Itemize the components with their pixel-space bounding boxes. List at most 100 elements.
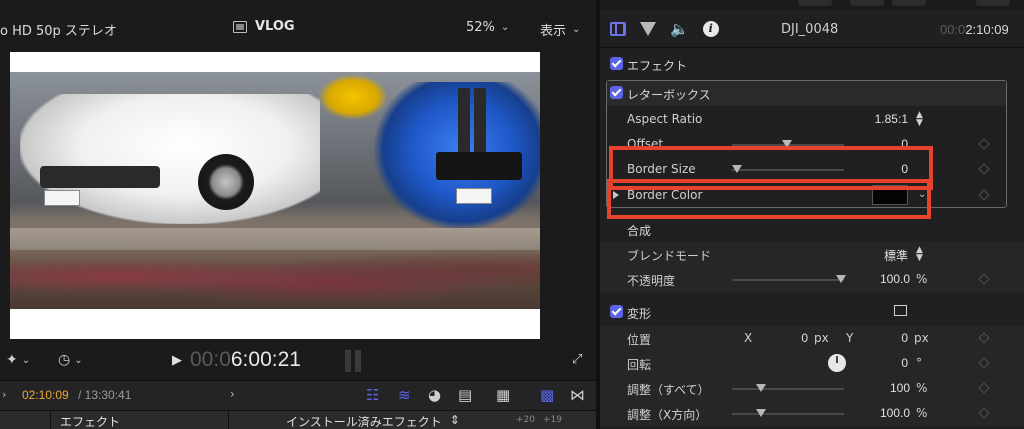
aspect-ratio-label: Aspect Ratio xyxy=(627,112,703,126)
film-icon[interactable]: ▦ xyxy=(496,386,510,404)
scale-all-value[interactable]: 100 xyxy=(850,381,910,395)
timecode-display[interactable]: ▶ 00:0 6:00:21 xyxy=(172,348,301,372)
zoom-menu[interactable]: 52% ⌄ xyxy=(466,20,509,35)
clip-appearance-icon[interactable]: ▩ xyxy=(540,386,554,404)
viewer-toolbar: o HD 50p ステレオ VLOG 52% ⌄ 表示 ⌄ xyxy=(0,0,596,46)
effects-selector[interactable]: インストール済みエフェクト ⇕ xyxy=(286,413,460,429)
updown-icon[interactable]: ▲ ▼ xyxy=(916,246,923,263)
current-time: 02:10:09 xyxy=(22,388,69,402)
clip-duration: 00:02:10:09 xyxy=(940,22,1009,37)
x-label: X xyxy=(744,331,753,345)
transform-header: 変形 xyxy=(600,300,1024,325)
effects-selector-label: インストール済みエフェクト xyxy=(286,415,442,429)
aspect-ratio-row: Aspect Ratio 1.85:1 ▲ ▼ xyxy=(600,107,1024,132)
y-label: Y xyxy=(846,331,854,345)
timecode-dim: 00:0 xyxy=(190,348,231,371)
rotation-label: 回転 xyxy=(627,358,652,372)
keyframe-icon[interactable] xyxy=(978,332,990,344)
rotation-value[interactable]: 0 xyxy=(876,356,908,370)
percent-unit: % xyxy=(916,381,928,395)
audio-skimming-icon[interactable]: ☷ xyxy=(366,386,379,404)
clip-name: DJI_0048 xyxy=(781,22,839,37)
highlight-annotation xyxy=(607,179,931,219)
keyframe-icon[interactable] xyxy=(978,382,990,394)
magic-wand-icon[interactable]: ✦ ⌄ xyxy=(6,352,30,368)
px-unit: px xyxy=(814,331,829,345)
scale-x-row: 調整（X方向） 100.0 % xyxy=(600,401,1024,426)
letterbox-header: レターボックス xyxy=(607,81,1006,106)
library-title: VLOG xyxy=(233,19,295,34)
effects-title: エフェクト xyxy=(627,59,688,73)
keyframe-icon[interactable] xyxy=(978,189,990,201)
headphones-icon[interactable]: ◕ xyxy=(428,386,441,404)
keyframe-icon[interactable] xyxy=(978,273,990,285)
opacity-label: 不透明度 xyxy=(627,274,676,288)
top-toolbar-strip xyxy=(600,0,1024,10)
scale-all-slider[interactable] xyxy=(732,384,844,392)
effects-browser-bar: エフェクト インストール済みエフェクト ⇕ +20 +19 xyxy=(0,410,596,429)
plants xyxy=(10,244,540,309)
waveform-icon[interactable]: ≋ xyxy=(398,386,411,404)
position-x-value[interactable]: 0 xyxy=(776,331,808,345)
transform-title: 変形 xyxy=(627,307,652,321)
chevron-down-icon: ⌄ xyxy=(500,22,510,33)
play-icon[interactable]: ▶ xyxy=(172,353,182,368)
blend-mode-label: ブレンドモード xyxy=(627,249,712,263)
blend-mode-value[interactable]: 標準 xyxy=(862,247,908,264)
effects-section-header: エフェクト xyxy=(600,52,1024,77)
keyframe-icon[interactable] xyxy=(978,163,990,175)
chevron-right-icon[interactable]: › xyxy=(230,387,235,401)
format-label: o HD 50p ステレオ xyxy=(0,24,117,39)
scale-all-label: 調整（すべて） xyxy=(627,383,710,397)
effects-checkbox[interactable] xyxy=(610,57,623,70)
px-unit: px xyxy=(914,331,929,345)
video-inspector-icon[interactable] xyxy=(610,22,626,36)
transitions-icon[interactable]: ⋈ xyxy=(570,386,585,404)
transform-checkbox[interactable] xyxy=(610,305,623,318)
opacity-value[interactable]: 100.0 xyxy=(850,272,910,286)
viewer-panel: o HD 50p ステレオ VLOG 52% ⌄ 表示 ⌄ ✦ ⌄ ◷ ⌄ ▶ … xyxy=(0,0,596,429)
updown-icon: ⇕ xyxy=(449,413,460,427)
inspector-tabs: 🔈 i xyxy=(610,20,719,38)
thumb-badge: +20 xyxy=(516,415,535,425)
chevron-left-icon[interactable]: › xyxy=(2,388,6,401)
timecode-value: 6:00:21 xyxy=(230,348,301,371)
view-menu[interactable]: 表示 ⌄ xyxy=(540,20,580,39)
transform-overlay-icon[interactable] xyxy=(894,305,907,316)
position-row: 位置 X 0 px Y 0 px xyxy=(600,326,1024,351)
keyframe-icon[interactable] xyxy=(978,138,990,150)
letterbox-title: レターボックス xyxy=(627,88,711,102)
blend-mode-row: ブレンドモード 標準 ▲ ▼ xyxy=(600,242,1024,267)
inspector-header: 🔈 i DJI_0048 00:02:10:09 xyxy=(600,10,1024,48)
chevron-down-icon: ⌄ xyxy=(572,24,581,35)
speed-icon[interactable]: ◷ ⌄ xyxy=(58,352,83,368)
position-label: 位置 xyxy=(627,333,652,347)
keyframe-icon[interactable] xyxy=(978,407,990,419)
thumbnail-badges: +20 +19 xyxy=(516,415,562,425)
opacity-unit: % xyxy=(916,272,928,286)
library-icon xyxy=(233,20,247,33)
scale-x-value[interactable]: 100.0 xyxy=(850,406,910,420)
view-menu-label: 表示 xyxy=(540,24,567,39)
opacity-row: 不透明度 100.0 % xyxy=(600,267,1024,292)
position-y-value[interactable]: 0 xyxy=(876,331,908,345)
composite-title: 合成 xyxy=(627,224,652,238)
updown-icon[interactable]: ▲ ▼ xyxy=(916,111,923,128)
letterbox-checkbox[interactable] xyxy=(610,86,623,99)
rotation-unit: ° xyxy=(916,356,922,370)
thumb-badge: +19 xyxy=(543,415,562,425)
audio-inspector-icon[interactable]: 🔈 xyxy=(670,20,689,38)
total-time: / 13:30:41 xyxy=(78,388,132,402)
timeline-toolbar: › 02:10:09 / 13:30:41 › ☷ ≋ ◕ ▤ ▦ ▩ ⋈ xyxy=(0,380,596,410)
keyframe-icon[interactable] xyxy=(978,357,990,369)
rotation-dial[interactable] xyxy=(828,354,846,372)
scale-x-slider[interactable] xyxy=(732,409,844,417)
opacity-slider[interactable] xyxy=(732,275,846,283)
scale-all-row: 調整（すべて） 100 % xyxy=(600,376,1024,401)
viewer-controls: ✦ ⌄ ◷ ⌄ ▶ 00:0 6:00:21 ⤢ xyxy=(0,344,596,378)
fullscreen-icon[interactable]: ⤢ xyxy=(572,352,582,367)
aspect-ratio-value[interactable]: 1.85:1 xyxy=(862,112,908,126)
info-inspector-icon[interactable]: i xyxy=(702,21,719,37)
color-inspector-icon[interactable] xyxy=(640,22,656,36)
snapping-icon[interactable]: ▤ xyxy=(458,386,472,404)
